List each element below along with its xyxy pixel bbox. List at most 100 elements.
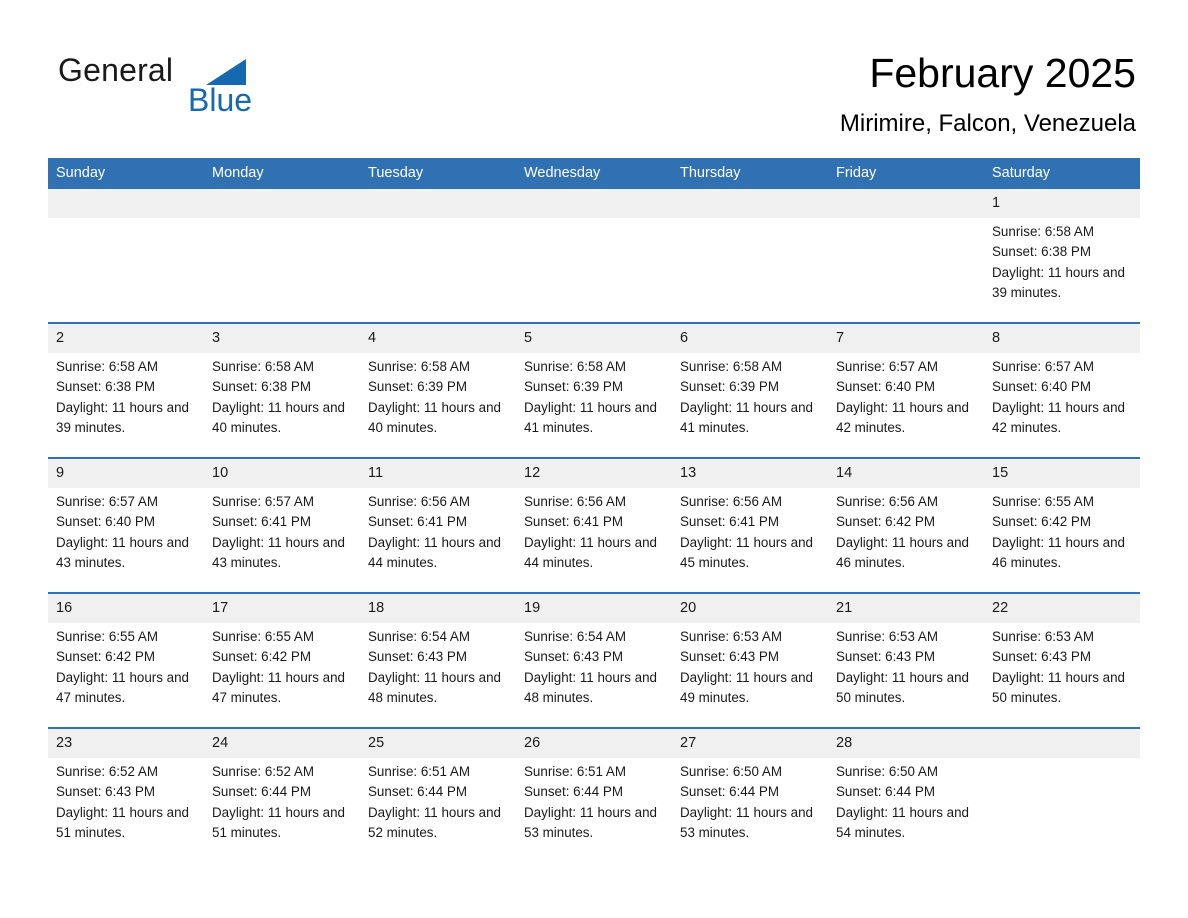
calendar-day-cell[interactable]: 27 Sunrise: 6:50 AM Sunset: 6:44 PM Dayligh… xyxy=(672,727,828,862)
logo-text-general: General xyxy=(58,52,174,88)
sunset-text: Sunset: 6:41 PM xyxy=(524,514,623,530)
sunset-text: Sunset: 6:38 PM xyxy=(992,244,1091,260)
sunset-text: Sunset: 6:42 PM xyxy=(212,649,311,665)
daylight-text: Daylight: 11 hours and 53 minutes. xyxy=(524,804,657,840)
calendar-day-cell[interactable]: 19 Sunrise: 6:54 AM Sunset: 6:43 PM Dayligh… xyxy=(516,592,672,728)
day-cell-inner: 9 Sunrise: 6:57 AM Sunset: 6:40 PM Daylight… xyxy=(48,459,204,592)
calendar-day-cell[interactable]: 25 Sunrise: 6:51 AM Sunset: 6:44 PM Dayligh… xyxy=(360,727,516,862)
daylight-text: Daylight: 11 hours and 51 minutes. xyxy=(56,804,189,840)
calendar-week-row: 23 Sunrise: 6:52 AM Sunset: 6:43 PM Dayligh… xyxy=(48,727,1140,862)
sunrise-text: Sunrise: 6:56 AM xyxy=(836,494,938,509)
calendar-day-cell[interactable]: 11 Sunrise: 6:56 AM Sunset: 6:41 PM Dayligh… xyxy=(360,457,516,593)
daylight-text: Daylight: 11 hours and 40 minutes. xyxy=(212,399,345,435)
calendar-day-cell[interactable]: 6 Sunrise: 6:58 AM Sunset: 6:39 PM Daylight… xyxy=(672,322,828,458)
day-number: 22 xyxy=(992,600,1009,616)
calendar-day-cell[interactable]: 5 Sunrise: 6:58 AM Sunset: 6:39 PM Daylight… xyxy=(516,322,672,458)
sunset-text: Sunset: 6:41 PM xyxy=(368,514,467,530)
sunrise-text: Sunrise: 6:58 AM xyxy=(524,359,626,374)
calendar-day-cell[interactable]: 10 Sunrise: 6:57 AM Sunset: 6:41 PM Dayligh… xyxy=(204,457,360,593)
calendar-day-cell[interactable]: 20 Sunrise: 6:53 AM Sunset: 6:43 PM Dayligh… xyxy=(672,592,828,728)
sunset-text: Sunset: 6:43 PM xyxy=(992,649,1091,665)
calendar-day-cell[interactable]: 24 Sunrise: 6:52 AM Sunset: 6:44 PM Dayligh… xyxy=(204,727,360,862)
calendar-day-cell[interactable]: 3 Sunrise: 6:58 AM Sunset: 6:38 PM Daylight… xyxy=(204,322,360,458)
sunrise-text: Sunrise: 6:56 AM xyxy=(680,494,782,509)
calendar-day-cell[interactable]: 7 Sunrise: 6:57 AM Sunset: 6:40 PM Daylight… xyxy=(828,322,984,458)
daylight-text: Daylight: 11 hours and 54 minutes. xyxy=(836,804,969,840)
page-title: February 2025 xyxy=(869,50,1136,96)
day-number xyxy=(204,189,360,218)
daylight-text: Daylight: 11 hours and 51 minutes. xyxy=(212,804,345,840)
daylight-text: Daylight: 11 hours and 50 minutes. xyxy=(992,669,1125,705)
calendar-empty-cell xyxy=(984,727,1140,862)
day-astronomy-info: Sunrise: 6:56 AM Sunset: 6:42 PM Daylight:… xyxy=(828,488,984,573)
calendar-day-cell[interactable]: 15 Sunrise: 6:55 AM Sunset: 6:42 PM Dayligh… xyxy=(984,457,1140,593)
daylight-text: Daylight: 11 hours and 46 minutes. xyxy=(836,534,969,570)
daylight-text: Daylight: 11 hours and 39 minutes. xyxy=(56,399,189,435)
day-astronomy-info: Sunrise: 6:57 AM Sunset: 6:41 PM Daylight:… xyxy=(204,488,360,573)
day-cell-inner xyxy=(360,189,516,322)
day-cell-inner: 4 Sunrise: 6:58 AM Sunset: 6:39 PM Daylight… xyxy=(360,324,516,457)
sunrise-text: Sunrise: 6:56 AM xyxy=(524,494,626,509)
day-cell-inner: 28 Sunrise: 6:50 AM Sunset: 6:44 PM Dayligh… xyxy=(828,729,984,862)
day-cell-inner: 14 Sunrise: 6:56 AM Sunset: 6:42 PM Dayligh… xyxy=(828,459,984,592)
daylight-text: Daylight: 11 hours and 43 minutes. xyxy=(212,534,345,570)
sunset-text: Sunset: 6:43 PM xyxy=(56,784,155,800)
day-number: 13 xyxy=(680,465,697,481)
day-cell-inner: 26 Sunrise: 6:51 AM Sunset: 6:44 PM Dayligh… xyxy=(516,729,672,862)
calendar-day-cell[interactable]: 4 Sunrise: 6:58 AM Sunset: 6:39 PM Daylight… xyxy=(360,322,516,458)
day-astronomy-info: Sunrise: 6:55 AM Sunset: 6:42 PM Daylight:… xyxy=(204,623,360,708)
daylight-text: Daylight: 11 hours and 41 minutes. xyxy=(524,399,657,435)
calendar-day-cell[interactable]: 12 Sunrise: 6:56 AM Sunset: 6:41 PM Dayligh… xyxy=(516,457,672,593)
generalblue-logo[interactable]: General Blue xyxy=(58,52,318,132)
calendar-day-cell[interactable]: 21 Sunrise: 6:53 AM Sunset: 6:43 PM Dayligh… xyxy=(828,592,984,728)
calendar-week-row: 16 Sunrise: 6:55 AM Sunset: 6:42 PM Dayligh… xyxy=(48,592,1140,728)
calendar-day-cell[interactable]: 1 Sunrise: 6:58 AM Sunset: 6:38 PM Daylight… xyxy=(984,189,1140,323)
day-astronomy-info: Sunrise: 6:58 AM Sunset: 6:38 PM Daylight:… xyxy=(48,353,204,438)
sunset-text: Sunset: 6:44 PM xyxy=(524,784,623,800)
calendar-day-cell[interactable]: 17 Sunrise: 6:55 AM Sunset: 6:42 PM Dayligh… xyxy=(204,592,360,728)
day-cell-inner xyxy=(516,189,672,322)
calendar-week-row: 2 Sunrise: 6:58 AM Sunset: 6:38 PM Daylight… xyxy=(48,322,1140,458)
day-number: 26 xyxy=(524,735,541,751)
sunrise-text: Sunrise: 6:58 AM xyxy=(56,359,158,374)
calendar-day-cell[interactable]: 14 Sunrise: 6:56 AM Sunset: 6:42 PM Dayligh… xyxy=(828,457,984,593)
daylight-text: Daylight: 11 hours and 44 minutes. xyxy=(524,534,657,570)
sunset-text: Sunset: 6:43 PM xyxy=(836,649,935,665)
calendar-day-cell[interactable]: 16 Sunrise: 6:55 AM Sunset: 6:42 PM Dayligh… xyxy=(48,592,204,728)
sunrise-text: Sunrise: 6:57 AM xyxy=(56,494,158,509)
day-cell-inner: 15 Sunrise: 6:55 AM Sunset: 6:42 PM Dayligh… xyxy=(984,459,1140,592)
day-cell-inner: 2 Sunrise: 6:58 AM Sunset: 6:38 PM Daylight… xyxy=(48,324,204,457)
calendar-day-cell[interactable]: 28 Sunrise: 6:50 AM Sunset: 6:44 PM Dayligh… xyxy=(828,727,984,862)
sunset-text: Sunset: 6:40 PM xyxy=(836,379,935,395)
calendar-day-cell[interactable]: 18 Sunrise: 6:54 AM Sunset: 6:43 PM Dayligh… xyxy=(360,592,516,728)
calendar-day-cell[interactable]: 23 Sunrise: 6:52 AM Sunset: 6:43 PM Dayligh… xyxy=(48,727,204,862)
sunset-text: Sunset: 6:44 PM xyxy=(368,784,467,800)
calendar-day-cell[interactable]: 2 Sunrise: 6:58 AM Sunset: 6:38 PM Daylight… xyxy=(48,322,204,458)
day-cell-inner: 19 Sunrise: 6:54 AM Sunset: 6:43 PM Dayligh… xyxy=(516,594,672,727)
daylight-text: Daylight: 11 hours and 47 minutes. xyxy=(56,669,189,705)
day-number: 12 xyxy=(524,465,541,481)
calendar-day-cell[interactable]: 8 Sunrise: 6:57 AM Sunset: 6:40 PM Daylight… xyxy=(984,322,1140,458)
sunset-text: Sunset: 6:44 PM xyxy=(680,784,779,800)
day-astronomy-info: Sunrise: 6:52 AM Sunset: 6:43 PM Daylight:… xyxy=(48,758,204,843)
sunset-text: Sunset: 6:42 PM xyxy=(992,514,1091,530)
daylight-text: Daylight: 11 hours and 43 minutes. xyxy=(56,534,189,570)
sunset-text: Sunset: 6:40 PM xyxy=(56,514,155,530)
calendar-day-cell[interactable]: 9 Sunrise: 6:57 AM Sunset: 6:40 PM Daylight… xyxy=(48,457,204,593)
day-astronomy-info: Sunrise: 6:52 AM Sunset: 6:44 PM Daylight:… xyxy=(204,758,360,843)
calendar-day-cell[interactable]: 13 Sunrise: 6:56 AM Sunset: 6:41 PM Dayligh… xyxy=(672,457,828,593)
day-cell-inner: 10 Sunrise: 6:57 AM Sunset: 6:41 PM Dayligh… xyxy=(204,459,360,592)
calendar-day-cell[interactable]: 22 Sunrise: 6:53 AM Sunset: 6:43 PM Dayligh… xyxy=(984,592,1140,728)
day-cell-inner: 6 Sunrise: 6:58 AM Sunset: 6:39 PM Daylight… xyxy=(672,324,828,457)
sunset-text: Sunset: 6:41 PM xyxy=(680,514,779,530)
day-cell-inner: 11 Sunrise: 6:56 AM Sunset: 6:41 PM Dayligh… xyxy=(360,459,516,592)
day-number xyxy=(48,189,204,218)
day-astronomy-info: Sunrise: 6:54 AM Sunset: 6:43 PM Daylight:… xyxy=(360,623,516,708)
calendar-day-cell[interactable]: 26 Sunrise: 6:51 AM Sunset: 6:44 PM Dayligh… xyxy=(516,727,672,862)
day-number: 14 xyxy=(836,465,853,481)
day-astronomy-info: Sunrise: 6:53 AM Sunset: 6:43 PM Daylight:… xyxy=(828,623,984,708)
day-number: 18 xyxy=(368,600,385,616)
daylight-text: Daylight: 11 hours and 44 minutes. xyxy=(368,534,501,570)
day-number: 7 xyxy=(836,330,845,346)
day-number xyxy=(516,189,672,218)
